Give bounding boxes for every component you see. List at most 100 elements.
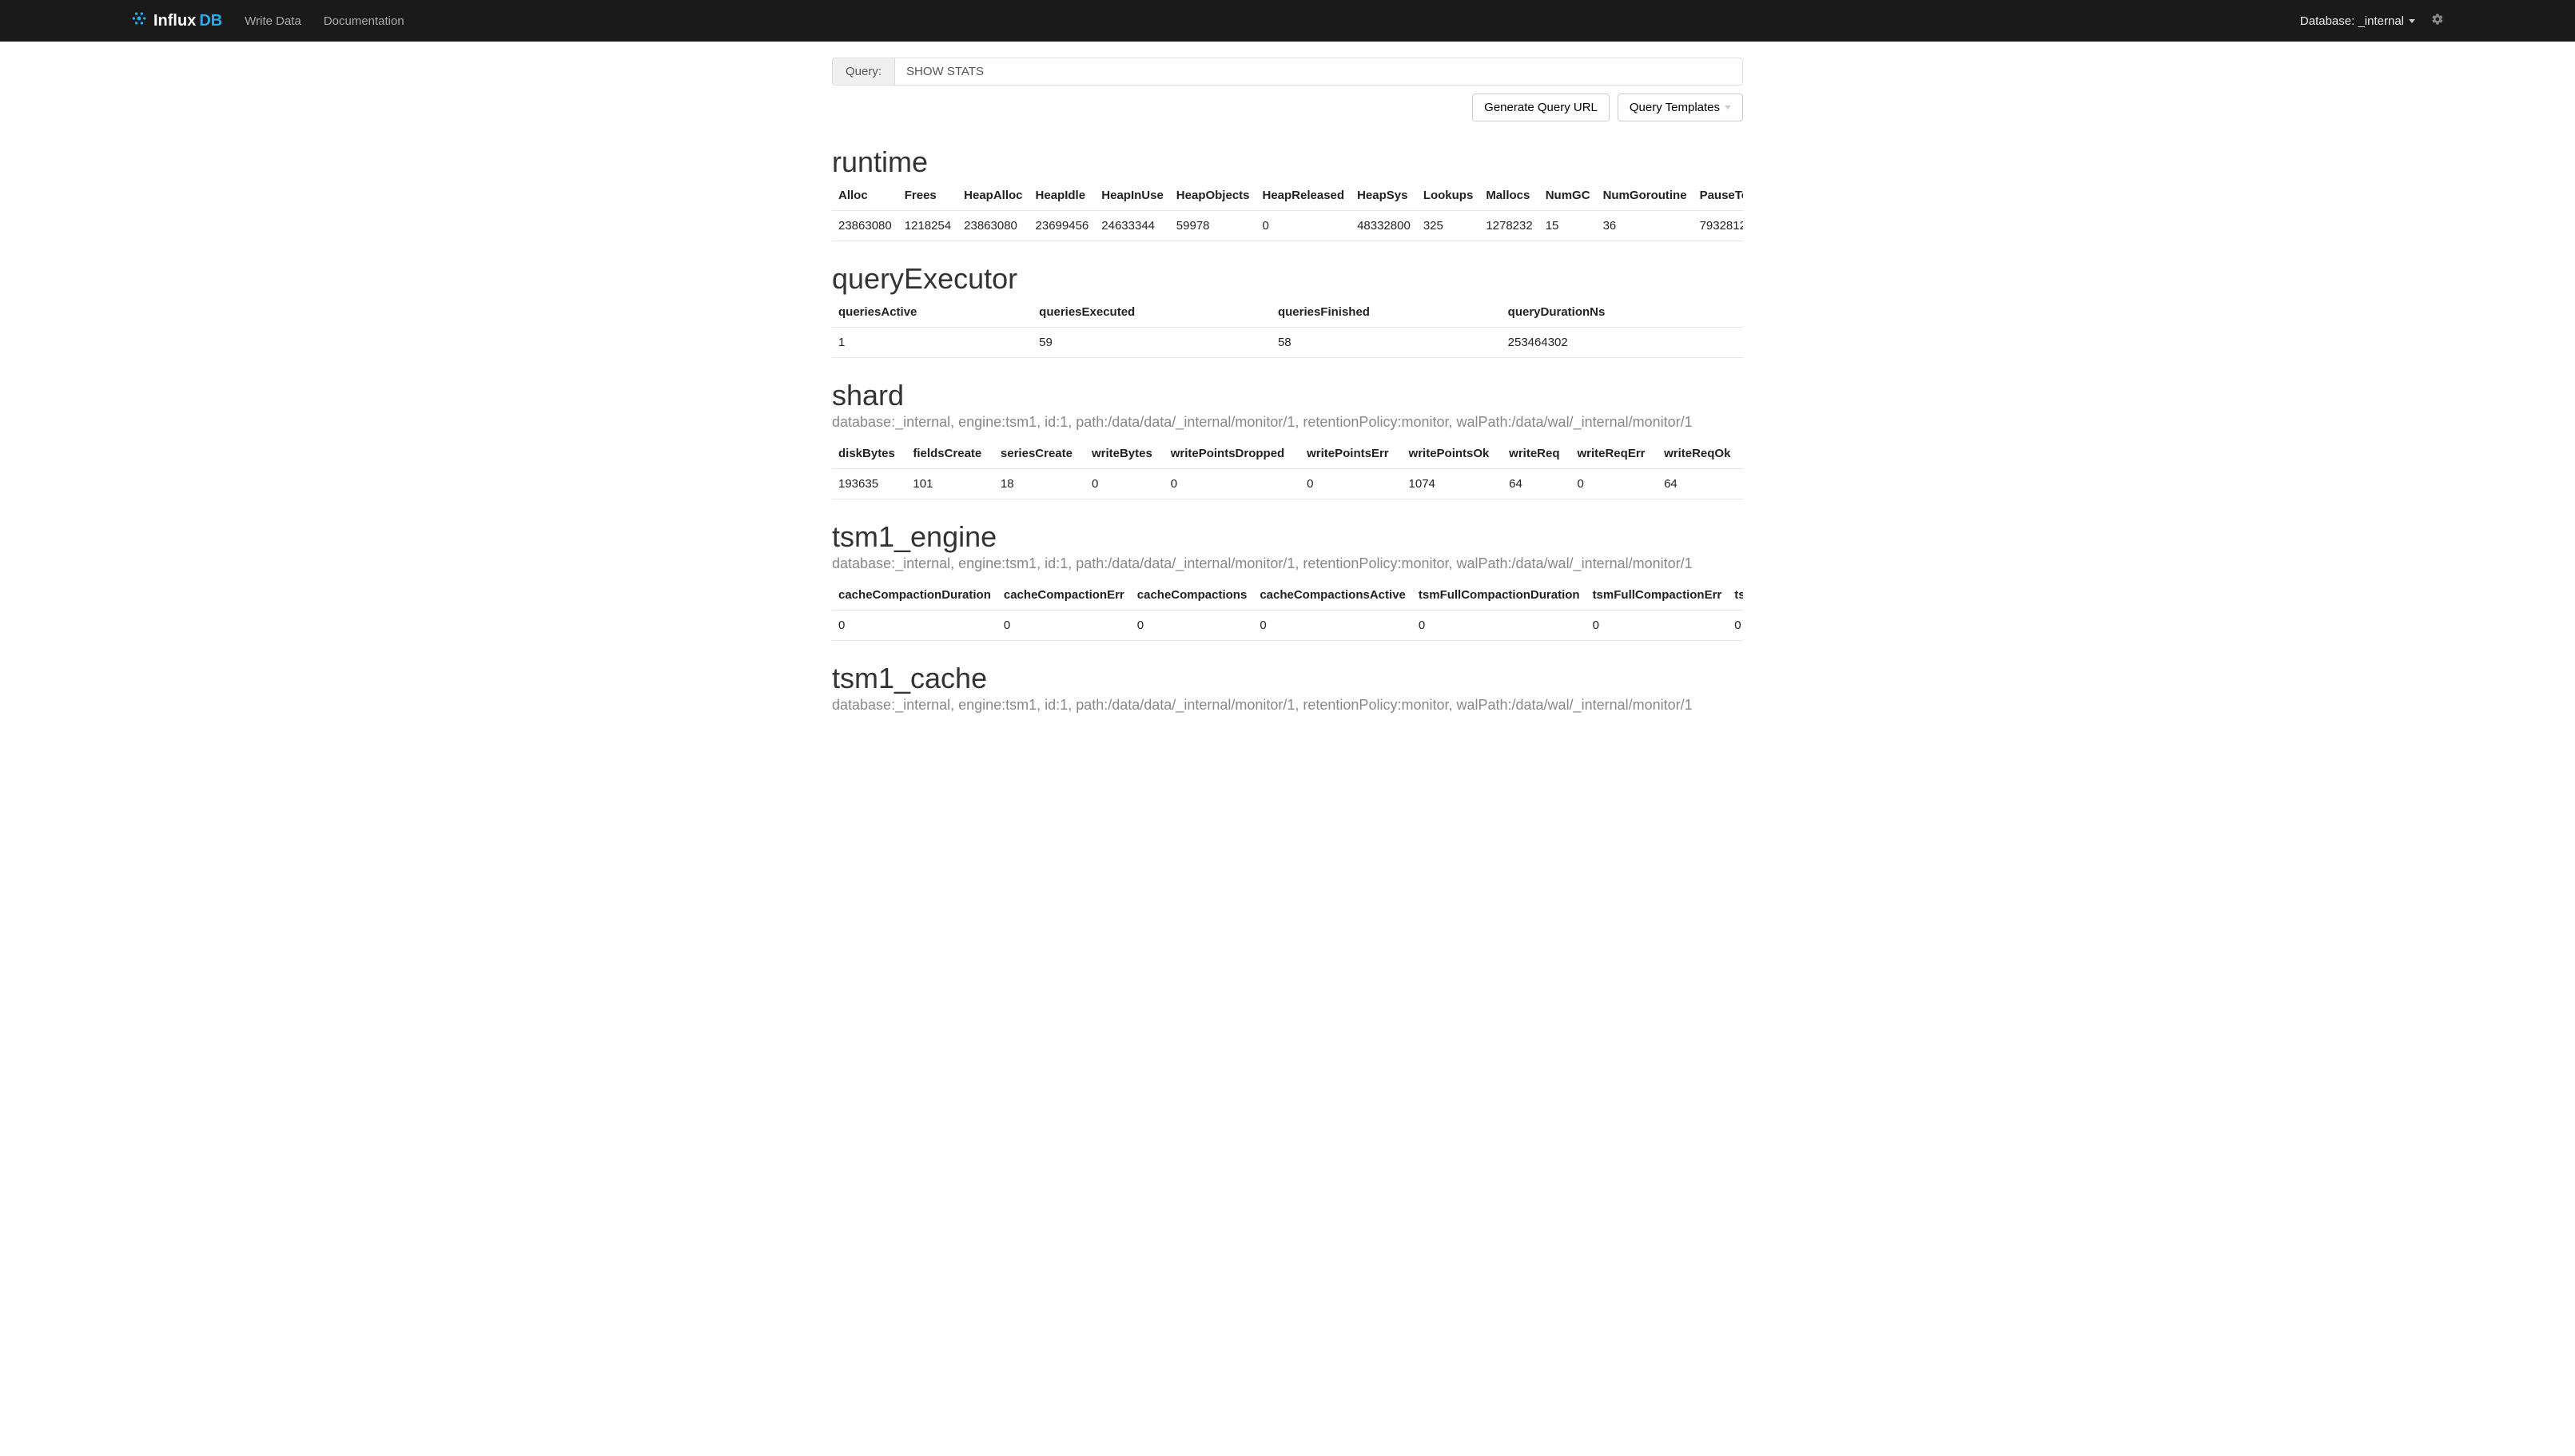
table-header: cacheCompactions: [1131, 580, 1254, 611]
table-cell: 0: [997, 611, 1131, 641]
table-cell: 0: [1253, 611, 1412, 641]
table-header: NumGC: [1539, 181, 1597, 211]
table-cell: 58: [1272, 328, 1502, 358]
table-header: Alloc: [832, 181, 898, 211]
queryexecutor-table: queriesActivequeriesExecutedqueriesFinis…: [832, 297, 1743, 358]
table-header: queriesExecuted: [1033, 297, 1272, 328]
table-header: cacheCompactionsActive: [1253, 580, 1412, 611]
table-cell: 64: [1658, 469, 1743, 499]
table-header: HeapSys: [1351, 181, 1417, 211]
top-navbar: InfluxDB Write Data Documentation Databa…: [0, 0, 2575, 42]
main-content: Query: Generate Query URL Query Template…: [820, 42, 1755, 738]
query-templates-label: Query Templates: [1630, 101, 1720, 114]
tsm1-engine-table: cacheCompactionDurationcacheCompactionEr…: [832, 580, 1743, 641]
table-header: tsmFullCompactions: [1728, 580, 1743, 611]
logo-text-influx: Influx: [153, 12, 196, 30]
table-cell: 0: [1300, 469, 1402, 499]
section-tsm1-engine-title: tsm1_engine: [832, 520, 1743, 554]
runtime-table: AllocFreesHeapAllocHeapIdleHeapInUseHeap…: [832, 181, 1743, 241]
table-header: writeReq: [1502, 439, 1570, 469]
table-cell: 1: [832, 328, 1033, 358]
table-cell: 7932812: [1693, 211, 1743, 241]
table-cell: 0: [1085, 469, 1164, 499]
table-cell: 1278232: [1479, 211, 1538, 241]
table-header: tsmFullCompactionDuration: [1412, 580, 1586, 611]
table-header: HeapInUse: [1095, 181, 1170, 211]
table-header: writePointsDropped: [1164, 439, 1300, 469]
table-header: writePointsOk: [1403, 439, 1503, 469]
table-header: NumGoroutine: [1597, 181, 1693, 211]
table-row: 2386308012182542386308023699456246333445…: [832, 211, 1743, 241]
table-cell: 0: [1256, 211, 1351, 241]
table-cell: 59: [1033, 328, 1272, 358]
nav-documentation[interactable]: Documentation: [324, 14, 404, 28]
table-cell: 36: [1597, 211, 1693, 241]
section-tsm1-cache-subtitle: database:_internal, engine:tsm1, id:1, p…: [832, 697, 1743, 714]
section-shard-subtitle: database:_internal, engine:tsm1, id:1, p…: [832, 414, 1743, 431]
table-cell: 0: [1164, 469, 1300, 499]
table-header: cacheCompactionErr: [997, 580, 1131, 611]
table-cell: 193635: [832, 469, 906, 499]
table-header: writeReqErr: [1570, 439, 1658, 469]
table-cell: 1074: [1403, 469, 1503, 499]
table-header: fieldsCreate: [906, 439, 994, 469]
section-tsm1-cache-title: tsm1_cache: [832, 662, 1743, 695]
table-header: HeapObjects: [1170, 181, 1256, 211]
table-cell: 0: [1412, 611, 1586, 641]
table-cell: 64: [1502, 469, 1570, 499]
table-header: writeReqOk: [1658, 439, 1743, 469]
table-header: diskBytes: [832, 439, 906, 469]
table-header: cacheCompactionDuration: [832, 580, 997, 611]
table-cell: 0: [1586, 611, 1729, 641]
table-header: writeBytes: [1085, 439, 1164, 469]
table-cell: 0: [1131, 611, 1254, 641]
query-bar: Query:: [832, 58, 1743, 86]
caret-down-icon: [2409, 19, 2415, 23]
table-header: seriesCreate: [994, 439, 1085, 469]
database-selector[interactable]: Database: _internal: [2300, 14, 2415, 28]
section-runtime-title: runtime: [832, 145, 1743, 179]
table-header: writePointsErr: [1300, 439, 1402, 469]
table-header: HeapAlloc: [957, 181, 1029, 211]
section-shard-title: shard: [832, 379, 1743, 412]
nav-write-data[interactable]: Write Data: [245, 14, 301, 28]
table-cell: 23863080: [832, 211, 898, 241]
query-input[interactable]: [895, 58, 1742, 85]
generate-query-url-button[interactable]: Generate Query URL: [1472, 93, 1610, 121]
logo-text-db: DB: [199, 12, 222, 30]
table-header: PauseTotalNs: [1693, 181, 1743, 211]
query-label: Query:: [833, 58, 895, 85]
database-selector-label: Database: _internal: [2300, 14, 2404, 28]
table-header: HeapIdle: [1029, 181, 1096, 211]
table-cell: 23863080: [957, 211, 1029, 241]
table-cell: 18: [994, 469, 1085, 499]
app-logo[interactable]: InfluxDB: [131, 10, 222, 31]
table-cell: 253464302: [1502, 328, 1743, 358]
section-tsm1-engine-subtitle: database:_internal, engine:tsm1, id:1, p…: [832, 555, 1743, 572]
table-header: Lookups: [1417, 181, 1480, 211]
table-header: queriesActive: [832, 297, 1033, 328]
table-header: Mallocs: [1479, 181, 1538, 211]
table-cell: 23699456: [1029, 211, 1096, 241]
shard-table: diskBytesfieldsCreateseriesCreatewriteBy…: [832, 439, 1743, 499]
table-header: HeapReleased: [1256, 181, 1351, 211]
table-cell: 0: [1570, 469, 1658, 499]
table-cell: 48332800: [1351, 211, 1417, 241]
table-row: 19363510118000107464064: [832, 469, 1743, 499]
table-row: 15958253464302: [832, 328, 1743, 358]
table-cell: 325: [1417, 211, 1480, 241]
influxdb-logo-icon: [131, 10, 147, 31]
table-cell: 59978: [1170, 211, 1256, 241]
table-header: tsmFullCompactionErr: [1586, 580, 1729, 611]
table-header: Frees: [898, 181, 957, 211]
table-cell: 101: [906, 469, 994, 499]
query-actions: Generate Query URL Query Templates: [832, 93, 1743, 121]
table-row: 00000000: [832, 611, 1743, 641]
table-header: queriesFinished: [1272, 297, 1502, 328]
query-templates-button[interactable]: Query Templates: [1618, 93, 1743, 121]
table-cell: 15: [1539, 211, 1597, 241]
table-header: queryDurationNs: [1502, 297, 1743, 328]
table-cell: 24633344: [1095, 211, 1170, 241]
gear-icon[interactable]: [2431, 13, 2444, 30]
table-cell: 0: [1728, 611, 1743, 641]
